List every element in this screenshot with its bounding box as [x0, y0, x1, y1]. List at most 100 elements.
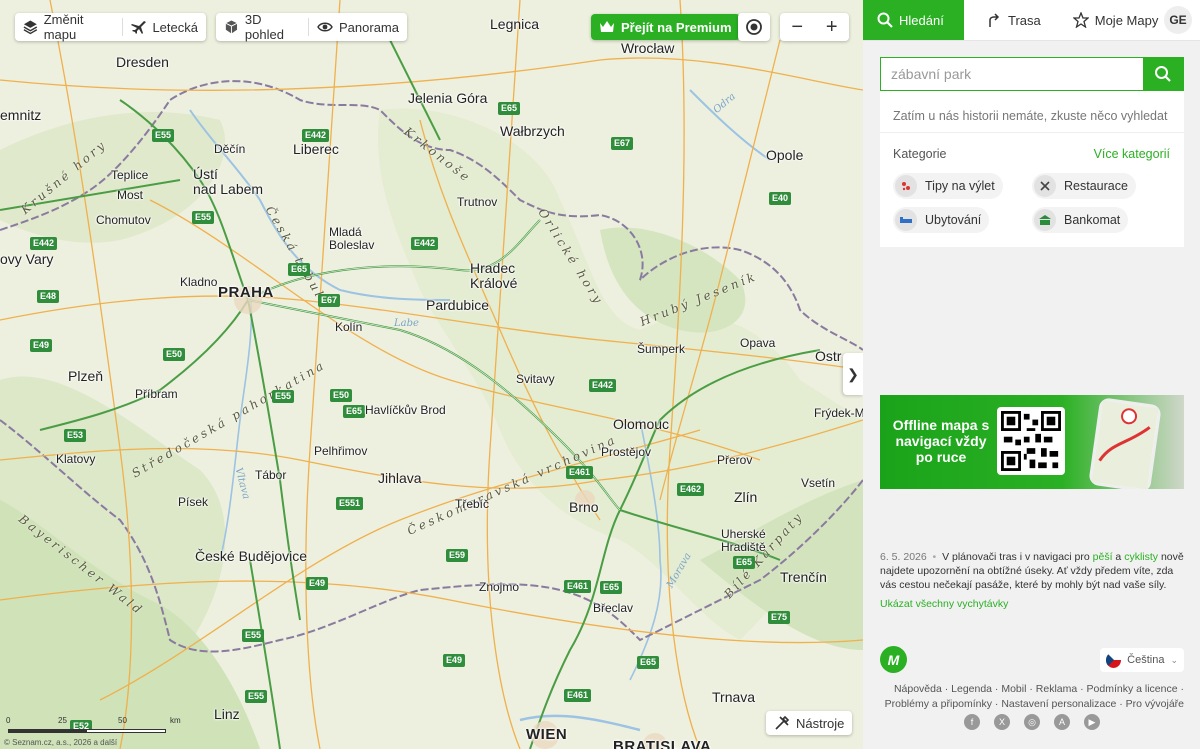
city-label[interactable]: Kladno — [180, 275, 217, 289]
city-label[interactable]: Svitavy — [516, 372, 555, 386]
search-input[interactable] — [881, 58, 1143, 90]
city-label[interactable]: PRAHA — [218, 284, 274, 302]
city-label[interactable]: Dresden — [116, 54, 169, 70]
city-label[interactable]: Tábor — [255, 468, 286, 482]
google-play-icon[interactable]: ▶ — [1084, 714, 1100, 730]
city-label[interactable]: Brno — [569, 499, 599, 515]
city-label[interactable]: Liberec — [293, 141, 339, 157]
city-label[interactable]: Legnica — [490, 16, 539, 32]
all-features-link[interactable]: Ukázat všechny vychytávky — [880, 598, 1008, 610]
zoom-in-button[interactable]: + — [815, 13, 850, 41]
category-label: Bankomat — [1064, 213, 1121, 227]
highway-shield: E65 — [637, 656, 660, 669]
news-link-walk[interactable]: pěší — [1093, 551, 1113, 563]
city-label[interactable]: Wałbrzych — [500, 123, 565, 139]
panorama-button[interactable]: Panorama — [309, 13, 407, 41]
footer-links-row[interactable]: Problémy a připomínky · Nastavení person… — [880, 697, 1184, 712]
city-label[interactable]: Hradec Králové — [470, 260, 517, 292]
highway-shield: E40 — [769, 192, 792, 205]
city-label[interactable]: Chomutov — [96, 213, 151, 227]
tools-icon — [775, 715, 790, 730]
history-empty-text: Zatím u nás historii nemáte, zkuste něco… — [893, 109, 1168, 123]
banner-text: Offline mapa s navigací vždy po ruce — [892, 417, 990, 465]
city-label[interactable]: Frýdek-M — [814, 406, 863, 420]
city-label[interactable]: Písek — [178, 495, 208, 509]
tab-search[interactable]: Hledání — [863, 0, 964, 40]
city-label[interactable]: Mladá Boleslav — [329, 225, 374, 252]
highway-shield: E49 — [306, 577, 329, 590]
city-label[interactable]: Most — [117, 188, 143, 202]
tab-my-maps[interactable]: Moje Mapy — [1059, 0, 1173, 40]
tools-button[interactable]: Nástroje — [766, 711, 853, 735]
city-label[interactable]: Klatovy — [56, 452, 95, 466]
search-button[interactable] — [1143, 58, 1183, 90]
offline-map-banner[interactable]: Offline mapa s navigací vždy po ruce — [880, 395, 1184, 489]
city-label[interactable]: Třebíč — [455, 497, 489, 511]
city-label[interactable]: Vsetín — [801, 476, 835, 490]
city-label[interactable]: Ústí nad Labem — [193, 166, 263, 198]
tab-my-maps-label: Moje Mapy — [1094, 12, 1159, 28]
map-copyright[interactable]: © Seznam.cz, a.s., 2026 a další — [4, 738, 117, 747]
city-label[interactable]: Opava — [740, 336, 775, 350]
facebook-icon[interactable]: f — [964, 714, 980, 730]
city-label[interactable]: Jihlava — [378, 470, 422, 486]
city-label[interactable]: Pelhřimov — [314, 444, 367, 458]
mapy-logo[interactable]: M — [880, 646, 907, 673]
city-label[interactable]: Linz — [214, 706, 240, 722]
side-panel: Hledání Trasa Moje Mapy GE Zatím u nás h… — [863, 0, 1200, 749]
city-label[interactable]: Znojmo — [479, 580, 519, 594]
more-categories-link[interactable]: Více kategorií — [1094, 147, 1170, 161]
news-link-cyclists[interactable]: cyklisty — [1124, 551, 1158, 563]
category-restaurants[interactable]: Restaurace — [1032, 173, 1136, 199]
city-label[interactable]: Příbram — [135, 387, 178, 401]
category-label: Tipy na výlet — [925, 179, 995, 193]
city-label[interactable]: Olomouc — [613, 416, 669, 432]
city-label[interactable]: Uherské Hradiště — [721, 527, 766, 554]
city-label[interactable]: Pardubice — [426, 297, 489, 313]
city-label[interactable]: Přerov — [717, 453, 752, 467]
highway-shield: E65 — [733, 556, 756, 569]
avatar[interactable]: GE — [1164, 6, 1192, 34]
city-label[interactable]: Zlín — [734, 489, 757, 505]
map-canvas[interactable]: Krkonoše Orlické hory Hrubý Jeseník Stře… — [0, 0, 863, 749]
city-label[interactable]: České Budějovice — [195, 548, 307, 564]
city-label[interactable]: Trnava — [712, 689, 755, 705]
city-label[interactable]: Jelenia Góra — [408, 90, 487, 106]
change-map-button[interactable]: Změnit mapu — [15, 12, 122, 42]
city-label[interactable]: Trenčín — [780, 569, 827, 585]
collapse-panel-button[interactable]: ❯ — [843, 353, 863, 395]
city-label[interactable]: BRATISLAVA — [613, 738, 711, 749]
change-map-label: Změnit mapu — [43, 12, 84, 42]
x-icon[interactable]: X — [994, 714, 1010, 730]
city-label[interactable]: Plzeň — [68, 368, 103, 384]
city-label[interactable]: Opole — [766, 147, 803, 163]
aerial-button[interactable]: Letecká — [122, 13, 206, 41]
city-label[interactable]: Havlíčkův Brod — [365, 403, 446, 417]
language-select[interactable]: Čeština ⌄ — [1100, 648, 1184, 672]
locate-button[interactable] — [738, 13, 770, 41]
city-label[interactable]: Šumperk — [637, 342, 685, 356]
highway-shield: E67 — [611, 137, 634, 150]
instagram-icon[interactable]: ◎ — [1024, 714, 1040, 730]
category-accommodation[interactable]: Ubytování — [893, 207, 990, 233]
zoom-out-button[interactable]: − — [780, 13, 815, 41]
tab-route[interactable]: Trasa — [972, 0, 1055, 40]
app-store-icon[interactable]: A — [1054, 714, 1070, 730]
city-label[interactable]: Břeclav — [593, 601, 633, 615]
city-label[interactable]: WIEN — [526, 726, 567, 744]
3d-view-button[interactable]: 3D pohled — [216, 12, 308, 42]
city-label[interactable]: Prostějov — [601, 445, 651, 459]
city-label[interactable]: ovy Vary — [0, 251, 53, 267]
category-trip-tips[interactable]: Tipy na výlet — [893, 173, 1003, 199]
footer-links-row[interactable]: Nápověda · Legenda · Mobil · Reklama · P… — [880, 682, 1184, 697]
city-label[interactable]: Děčín — [214, 142, 245, 156]
city-label[interactable]: emnitz — [0, 107, 41, 123]
city-label[interactable]: Wrocław — [621, 40, 674, 56]
city-label[interactable]: Teplice — [111, 168, 148, 182]
premium-button[interactable]: Přejít na Premium — [591, 14, 740, 40]
premium-label: Přejít na Premium — [621, 19, 732, 35]
city-label[interactable]: Trutnov — [457, 195, 497, 209]
city-label[interactable]: Kolín — [335, 320, 362, 334]
category-atm[interactable]: Bankomat — [1032, 207, 1129, 233]
city-label[interactable]: Ostr — [815, 348, 841, 364]
